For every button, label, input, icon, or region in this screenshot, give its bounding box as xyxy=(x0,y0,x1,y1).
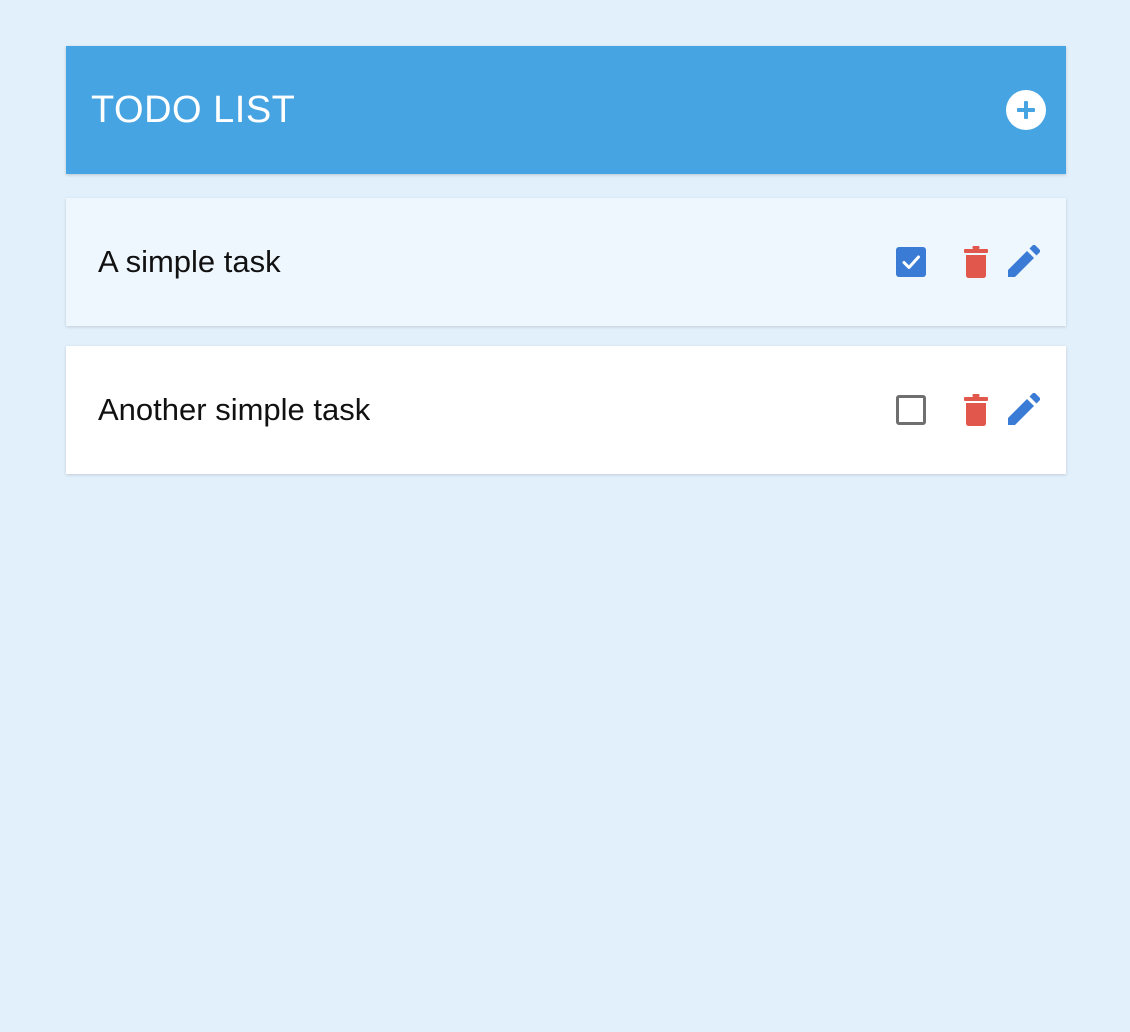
task-text: A simple task xyxy=(98,244,281,279)
task-actions xyxy=(896,393,1040,427)
task-list: A simple task Another simple task xyxy=(66,198,1066,474)
pencil-icon xyxy=(1008,245,1040,277)
todo-header: TODO LIST xyxy=(66,46,1066,174)
list-item: A simple task xyxy=(66,198,1066,326)
check-icon xyxy=(902,255,920,269)
delete-task-button[interactable] xyxy=(964,246,988,278)
task-checkbox[interactable] xyxy=(896,247,926,277)
task-text: Another simple task xyxy=(98,392,371,427)
trash-icon xyxy=(964,394,988,426)
edit-task-button[interactable] xyxy=(1006,245,1040,279)
add-task-button[interactable] xyxy=(1006,90,1046,130)
edit-task-button[interactable] xyxy=(1006,393,1040,427)
todo-app: TODO LIST A simple task Another simple t… xyxy=(66,46,1066,494)
plus-icon xyxy=(1017,101,1035,119)
page-title: TODO LIST xyxy=(91,88,296,131)
task-checkbox[interactable] xyxy=(896,395,926,425)
list-item: Another simple task xyxy=(66,346,1066,474)
delete-task-button[interactable] xyxy=(964,394,988,426)
trash-icon xyxy=(964,246,988,278)
pencil-icon xyxy=(1008,393,1040,425)
task-actions xyxy=(896,245,1040,279)
